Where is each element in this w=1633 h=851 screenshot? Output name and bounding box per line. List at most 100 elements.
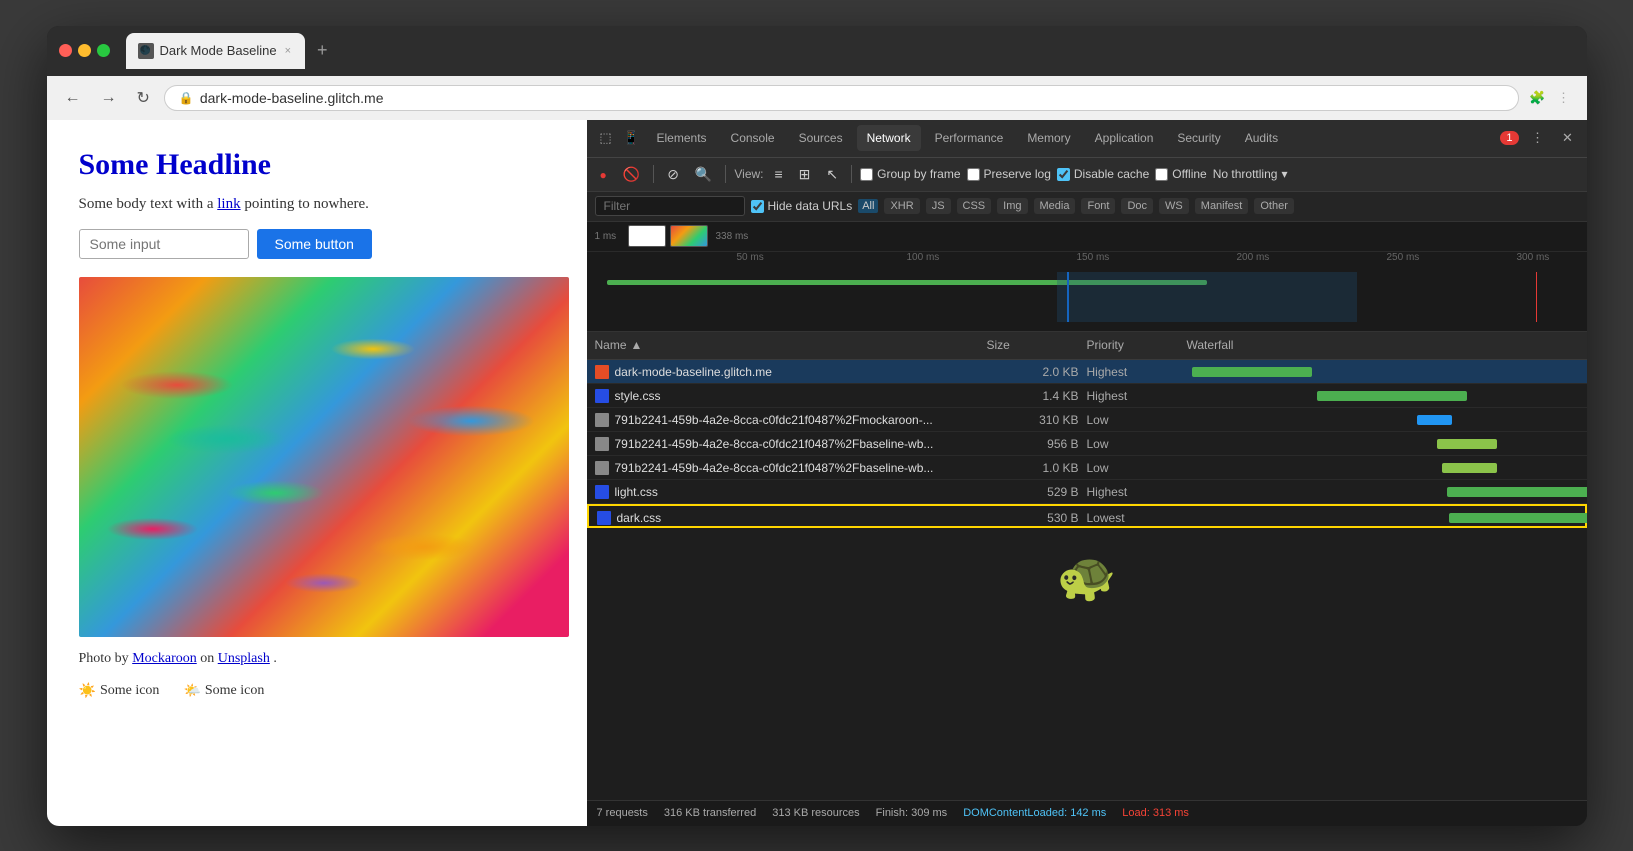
filter-doc[interactable]: Doc: [1121, 198, 1153, 214]
col-priority-header[interactable]: Priority: [1087, 338, 1187, 352]
css-icon-5: [595, 485, 609, 499]
tab-application[interactable]: Application: [1085, 125, 1164, 151]
clear-button[interactable]: 🚫: [618, 163, 645, 186]
main-area: Some Headline Some body text with a link…: [47, 120, 1587, 826]
table-row-6[interactable]: dark.css 530 B Lowest: [587, 504, 1587, 528]
preserve-log-label: Preserve log: [984, 167, 1051, 181]
tab-sources[interactable]: Sources: [789, 125, 853, 151]
filter-font[interactable]: Font: [1081, 198, 1115, 214]
col-name-header[interactable]: Name ▲: [595, 338, 987, 352]
row-priority-5: Highest: [1087, 485, 1187, 499]
tab-title: Dark Mode Baseline: [160, 43, 277, 58]
tab-console[interactable]: Console: [721, 125, 785, 151]
page-body-text: Some body text with a link pointing to n…: [79, 196, 555, 213]
photo-credit-prefix: Photo by: [79, 651, 133, 666]
filter-js[interactable]: JS: [926, 198, 951, 214]
refresh-button[interactable]: ↻: [131, 84, 156, 112]
minimize-button[interactable]: [78, 44, 91, 57]
preserve-log-input[interactable]: [967, 168, 980, 181]
preserve-log-checkbox[interactable]: Preserve log: [967, 167, 1051, 181]
tab-performance[interactable]: Performance: [925, 125, 1014, 151]
tab-elements[interactable]: Elements: [647, 125, 717, 151]
table-row-0[interactable]: dark-mode-baseline.glitch.me 2.0 KB High…: [587, 360, 1587, 384]
filter-img[interactable]: Img: [997, 198, 1027, 214]
page-link[interactable]: link: [217, 196, 240, 212]
disable-cache-label: Disable cache: [1074, 167, 1149, 181]
group-by-frame-checkbox[interactable]: Group by frame: [860, 167, 960, 181]
filter-manifest[interactable]: Manifest: [1195, 198, 1249, 214]
maximize-button[interactable]: [97, 44, 110, 57]
waterfall-cell-0: [1187, 360, 1579, 384]
menu-icon[interactable]: ⋮: [1553, 87, 1575, 109]
filter-xhr[interactable]: XHR: [884, 198, 919, 214]
waterfall-cell-4: [1187, 456, 1579, 480]
offline-checkbox[interactable]: Offline: [1155, 167, 1206, 181]
col-waterfall-header[interactable]: Waterfall: [1187, 338, 1579, 352]
extensions-icon[interactable]: 🧩: [1527, 87, 1549, 109]
filmstrip-frame-1: [628, 225, 666, 247]
inspect-icon[interactable]: ⬚: [595, 127, 617, 149]
waterfall-cell-1: [1187, 384, 1579, 408]
some-button[interactable]: Some button: [257, 229, 372, 259]
table-row-5[interactable]: light.css 529 B Highest: [587, 480, 1587, 504]
devtools-close-icon[interactable]: ✕: [1557, 127, 1579, 149]
filter-ws[interactable]: WS: [1159, 198, 1189, 214]
table-row-3[interactable]: 791b2241-459b-4a2e-8cca-c0fdc21f0487%2Fb…: [587, 432, 1587, 456]
tab-security[interactable]: Security: [1167, 125, 1230, 151]
filter-css[interactable]: CSS: [957, 198, 992, 214]
new-tab-button[interactable]: +: [309, 36, 336, 65]
view-grid-button[interactable]: ⊞: [794, 163, 816, 186]
col-size-header[interactable]: Size: [987, 338, 1087, 352]
disable-cache-input[interactable]: [1057, 168, 1070, 181]
tab-audits[interactable]: Audits: [1235, 125, 1288, 151]
record-button[interactable]: ●: [595, 163, 612, 185]
unsplash-link[interactable]: Unsplash: [218, 651, 270, 666]
hide-data-urls-input[interactable]: [751, 200, 764, 213]
table-header: Name ▲ Size Priority Waterfall: [587, 332, 1587, 360]
tick-300ms: 300 ms: [1517, 252, 1550, 263]
hide-data-urls-checkbox[interactable]: Hide data URLs: [751, 199, 853, 213]
tab-memory[interactable]: Memory: [1017, 125, 1080, 151]
group-by-frame-input[interactable]: [860, 168, 873, 181]
offline-input[interactable]: [1155, 168, 1168, 181]
photo-credit-suffix: .: [273, 651, 277, 666]
filter-media[interactable]: Media: [1034, 198, 1076, 214]
red-cursor-line: [1536, 272, 1537, 322]
toolbar-separator-1: [653, 165, 654, 183]
toolbar-separator-2: [725, 165, 726, 183]
row-filename-2: 791b2241-459b-4a2e-8cca-c0fdc21f0487%2Fm…: [615, 413, 933, 427]
all-filter-badge[interactable]: All: [858, 199, 878, 213]
mockaroon-link[interactable]: Mockaroon: [132, 651, 197, 666]
forward-button[interactable]: →: [95, 85, 123, 111]
sun-icon-1: ☀️: [79, 683, 96, 700]
finish-time: Finish: 309 ms: [876, 807, 948, 819]
some-input-field[interactable]: [79, 229, 249, 259]
row-name-3: 791b2241-459b-4a2e-8cca-c0fdc21f0487%2Fb…: [595, 437, 987, 451]
sun-icon-2: 🌤️: [183, 683, 200, 700]
hide-data-urls-label: Hide data URLs: [768, 199, 853, 213]
close-button[interactable]: [59, 44, 72, 57]
disable-cache-checkbox[interactable]: Disable cache: [1057, 167, 1149, 181]
tab-network[interactable]: Network: [857, 125, 921, 151]
table-row-4[interactable]: 791b2241-459b-4a2e-8cca-c0fdc21f0487%2Fb…: [587, 456, 1587, 480]
view-more-button[interactable]: ↖: [821, 163, 843, 186]
back-button[interactable]: ←: [59, 85, 87, 111]
search-button[interactable]: 🔍: [690, 163, 717, 186]
tick-250ms: 250 ms: [1387, 252, 1420, 263]
row-priority-1: Highest: [1087, 389, 1187, 403]
throttle-select[interactable]: No throttling ▾: [1213, 167, 1288, 181]
table-row-1[interactable]: style.css 1.4 KB Highest: [587, 384, 1587, 408]
filter-icon-button[interactable]: ⊘: [662, 163, 684, 186]
filter-other[interactable]: Other: [1254, 198, 1294, 214]
table-row-2[interactable]: 791b2241-459b-4a2e-8cca-c0fdc21f0487%2Fm…: [587, 408, 1587, 432]
timeline-area: 1 ms 338 ms 50 ms 100 ms 150 ms 200 ms 2…: [587, 222, 1587, 332]
view-list-button[interactable]: ≡: [770, 163, 788, 185]
tab-close-button[interactable]: ×: [283, 43, 293, 59]
address-bar[interactable]: 🔒 dark-mode-baseline.glitch.me: [164, 85, 1519, 111]
browser-tab-active[interactable]: 🌑 Dark Mode Baseline ×: [126, 33, 306, 69]
devtools-more-icon[interactable]: ⋮: [1527, 127, 1549, 149]
group-by-frame-label: Group by frame: [877, 167, 960, 181]
device-icon[interactable]: 📱: [621, 127, 643, 149]
devtools-right-controls: 1 ⋮ ✕: [1500, 127, 1578, 149]
filter-input[interactable]: [595, 196, 745, 216]
